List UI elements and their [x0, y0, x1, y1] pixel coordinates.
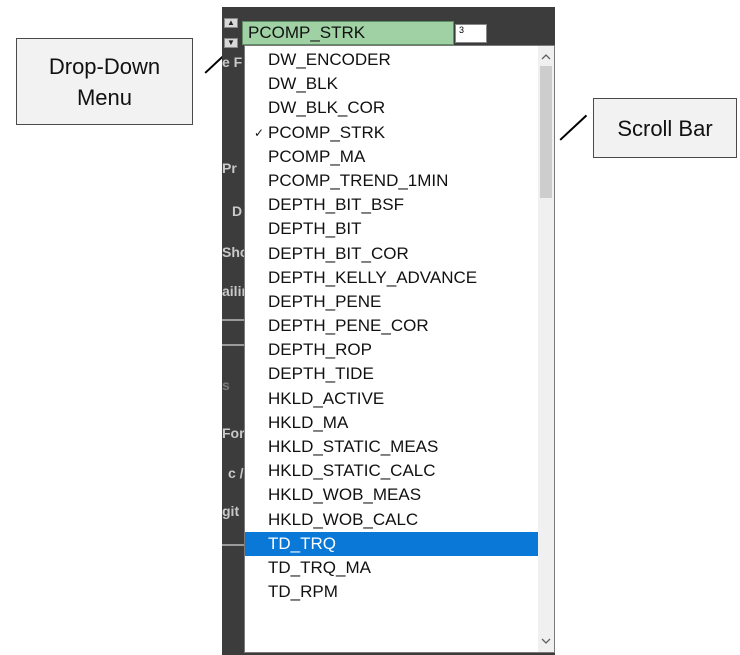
checkmark-icon: ✓ [254, 125, 265, 140]
dropdown-item[interactable]: DEPTH_ROP [245, 338, 540, 362]
dropdown-item-label: DW_BLK [268, 74, 338, 94]
dropdown-item[interactable]: PCOMP_TREND_1MIN [245, 169, 540, 193]
dropdown-item-label: HKLD_WOB_MEAS [268, 485, 422, 505]
dropdown-callout: Drop-Down Menu [16, 38, 193, 125]
dropdown-list: DW_ENCODER DW_BLK DW_BLK_COR ✓ PCOMP_STRK PCO… [245, 48, 540, 604]
dropdown-item-label: HKLD_STATIC_CALC [268, 461, 436, 481]
dropdown-item[interactable]: HKLD_STATIC_CALC [245, 459, 540, 483]
dropdown-item-label: DEPTH_BIT [268, 219, 362, 239]
dropdown-item-label: DEPTH_BIT_BSF [268, 195, 405, 215]
scrollbar-callout-leader [559, 114, 587, 141]
chevron-up-icon[interactable] [538, 50, 554, 66]
dropdown-item[interactable]: DW_ENCODER [245, 48, 540, 72]
panel-label: s [222, 377, 230, 393]
dropdown-item[interactable]: DEPTH_BIT_COR [245, 242, 540, 266]
count-field[interactable]: 3 [455, 24, 487, 43]
dropdown-item[interactable]: TD_TRQ_MA [245, 556, 540, 580]
dropdown-item-label: HKLD_WOB_CALC [268, 509, 419, 529]
dropdown-item[interactable]: TD_RPM [245, 580, 540, 604]
dropdown-item-label: HKLD_STATIC_MEAS [268, 437, 439, 456]
dropdown-item[interactable]: DW_BLK_COR [245, 96, 540, 120]
dropdown-item-label: PCOMP_STRK [268, 122, 386, 142]
dropdown-item[interactable]: DEPTH_BIT [245, 217, 540, 241]
dropdown-item-label: DEPTH_PENE_COR [268, 316, 429, 336]
panel-label: ailir [222, 283, 244, 299]
dropdown-item[interactable]: DEPTH_PENE [245, 290, 540, 314]
dropdown-item[interactable]: TD_TRQ [245, 531, 540, 556]
dropdown-item[interactable]: HKLD_WOB_CALC [245, 508, 540, 532]
dropdown-item[interactable]: DEPTH_PENE_COR [245, 314, 540, 338]
dropdown-item-label: TD_TRQ_MA [268, 557, 371, 577]
divider [222, 344, 244, 346]
dropdown-item[interactable]: DEPTH_KELLY_ADVANCE [245, 266, 540, 290]
dropdown-item[interactable]: HKLD_WOB_MEAS [245, 483, 540, 507]
dropdown-item[interactable]: DEPTH_TIDE [245, 362, 540, 386]
dropdown-item-label: DEPTH_ROP [268, 340, 372, 360]
dropdown-item[interactable]: HKLD_ACTIVE [245, 387, 540, 411]
dropdown-menu: DW_ENCODER DW_BLK DW_BLK_COR ✓ PCOMP_STRK PCO… [244, 45, 555, 653]
dropdown-item-label: HKLD_MA [268, 412, 349, 432]
spin-up-icon[interactable]: ▲ [224, 18, 238, 28]
spin-down-icon[interactable]: ▼ [224, 38, 238, 48]
dropdown-item[interactable]: DW_BLK [245, 72, 540, 96]
panel-label: Pr [222, 160, 237, 176]
dropdown-item-label: HKLD_ACTIVE [268, 388, 385, 408]
dropdown-item[interactable]: PCOMP_MA [245, 145, 540, 169]
dropdown-item-label: DEPTH_TIDE [268, 364, 374, 384]
panel-label: Sho [222, 244, 244, 260]
dropdown-item[interactable]: DEPTH_BIT_BSF [245, 193, 540, 217]
divider [222, 319, 244, 321]
divider [222, 544, 244, 546]
scrollbar[interactable] [538, 46, 554, 652]
dropdown-item[interactable]: HKLD_STATIC_MEAS [245, 435, 540, 459]
dropdown-item[interactable]: ✓ PCOMP_STRK [245, 121, 540, 145]
panel-label: git [222, 503, 240, 519]
chevron-down-icon[interactable] [538, 634, 554, 650]
dropdown-item-label: TD_RPM [268, 582, 338, 602]
dropdown-item-label: TD_TRQ [268, 533, 336, 553]
dropdown-item-label: PCOMP_MA [268, 146, 366, 166]
panel-label: e F [222, 54, 243, 70]
dropdown-item-label: DEPTH_KELLY_ADVANCE [268, 267, 478, 287]
dropdown-item-label: DEPTH_PENE [268, 291, 382, 311]
channel-combo-box[interactable]: PCOMP_STRK [242, 21, 454, 45]
scrollbar-callout: Scroll Bar [593, 98, 737, 158]
panel-label: For [222, 425, 244, 441]
dropdown-item-label: DW_BLK_COR [268, 98, 386, 118]
scrollbar-thumb[interactable] [540, 66, 552, 198]
dropdown-item[interactable]: HKLD_MA [245, 411, 540, 435]
dropdown-item-label: DEPTH_BIT_COR [268, 243, 409, 263]
dropdown-item-label: PCOMP_TREND_1MIN [268, 170, 449, 190]
dropdown-item-label: DW_ENCODER [268, 50, 391, 69]
